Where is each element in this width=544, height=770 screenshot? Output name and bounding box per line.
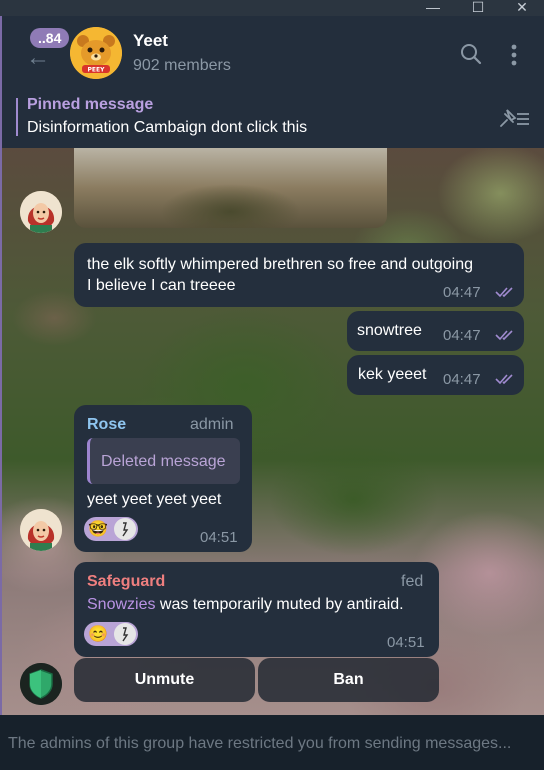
unread-badge: ..84: [30, 28, 70, 48]
message-bubble[interactable]: kek yeeet 04:47: [347, 355, 524, 395]
window-border: [0, 16, 2, 770]
pinned-text: Disinformation Cambaign dont click this: [27, 119, 308, 136]
sender-role: fed: [401, 573, 424, 590]
reactor-avatar: [114, 623, 136, 645]
chat-title[interactable]: Yeet: [133, 31, 168, 51]
reaction-chip[interactable]: 🤓: [84, 517, 138, 541]
smile-emoji-icon: 😊: [88, 626, 108, 643]
message-text: I believe I can treeee: [87, 277, 236, 294]
back-arrow-icon[interactable]: ←: [26, 44, 50, 72]
mentioned-user[interactable]: Snowzies: [87, 596, 155, 613]
ban-button[interactable]: Ban: [258, 658, 439, 702]
message-bubble[interactable]: the elk softly whimpered brethren so fre…: [74, 243, 524, 307]
reply-text: Deleted message: [101, 453, 226, 470]
message-text: kek yeeet: [358, 366, 427, 383]
more-options-icon[interactable]: [504, 43, 524, 67]
sender-name[interactable]: Rose: [87, 416, 126, 434]
unpin-list-icon[interactable]: [497, 106, 531, 130]
unmute-button[interactable]: Unmute: [74, 658, 255, 702]
search-icon[interactable]: [460, 43, 482, 65]
reply-preview[interactable]: Deleted message: [87, 438, 240, 484]
user-avatar[interactable]: [20, 509, 62, 551]
pinned-title: Pinned message: [27, 96, 154, 113]
message-time: 04:47: [443, 371, 481, 388]
avatar-woman-icon: [20, 509, 62, 551]
close-button[interactable]: ✕: [510, 0, 534, 16]
read-ticks-icon: [495, 374, 513, 385]
window-titlebar: — ☐ ✕: [0, 0, 544, 16]
user-avatar[interactable]: [20, 191, 62, 233]
message-body: was temporarily muted by antiraid.: [155, 596, 404, 613]
chat-header: ← ..84 PEEY Yeet 902 members: [0, 16, 544, 90]
safeguard-avatar[interactable]: [20, 663, 62, 705]
message-time: 04:51: [387, 634, 425, 651]
sender-role: admin: [190, 416, 234, 433]
message-text: Snowzies was temporarily muted by antira…: [87, 596, 404, 614]
sender-name[interactable]: Safeguard: [87, 573, 165, 591]
nerd-emoji-icon: 🤓: [88, 521, 108, 538]
composer-area: The admins of this group have restricted…: [0, 715, 544, 770]
message-text: the elk softly whimpered brethren so fre…: [87, 256, 474, 273]
member-count: 902 members: [133, 57, 231, 74]
read-ticks-icon: [495, 330, 513, 341]
bear-logo-icon: PEEY: [70, 27, 122, 79]
read-ticks-icon: [495, 287, 513, 298]
chat-avatar[interactable]: PEEY: [70, 27, 122, 79]
restricted-notice: The admins of this group have restricted…: [8, 735, 512, 752]
avatar-caption: PEEY: [88, 67, 106, 74]
photo-message[interactable]: [74, 148, 387, 228]
message-text: yeet yeet yeet yeet: [87, 491, 222, 508]
message-time: 04:47: [443, 327, 481, 344]
pinned-indicator: [16, 98, 18, 136]
maximize-button[interactable]: ☐: [466, 0, 490, 16]
message-bubble-rose[interactable]: Rose admin Deleted message yeet yeet yee…: [74, 405, 252, 552]
shield-icon: [20, 663, 62, 705]
minimize-button[interactable]: —: [421, 0, 445, 16]
message-time: 04:51: [200, 529, 238, 546]
pinned-message-bar[interactable]: Pinned message Disinformation Cambaign d…: [0, 90, 544, 148]
message-bubble-safeguard[interactable]: Safeguard fed Snowzies was temporarily m…: [74, 562, 439, 657]
reaction-chip[interactable]: 😊: [84, 622, 138, 646]
message-bubble[interactable]: snowtree 04:47: [347, 311, 524, 351]
reactor-avatar: [114, 518, 136, 540]
avatar-woman-icon: [20, 191, 62, 233]
message-time: 04:47: [443, 284, 481, 301]
message-text: snowtree: [357, 322, 422, 339]
